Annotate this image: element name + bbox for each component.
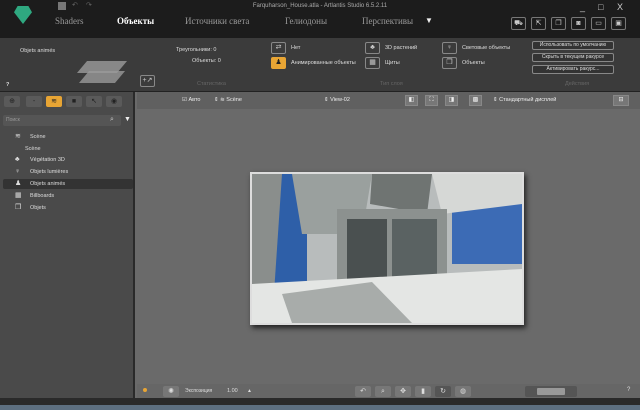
billboard-icon[interactable]: ▦ — [365, 57, 380, 69]
horizontal-scrollbar[interactable] — [0, 398, 640, 405]
orbit-button[interactable]: ↻ — [435, 386, 451, 397]
zoom-button[interactable]: ⌕ — [375, 386, 391, 397]
section-actions: Действия — [565, 81, 590, 87]
filter-dropdown-icon[interactable]: ▼ — [124, 116, 131, 123]
crop-icon[interactable]: ▭ — [591, 17, 606, 30]
viewport-bottom-bar: ✺ Экспозиция 1.00 ▲ ↶ ⌕ ✥ ▮ ↻ ◍ ? — [137, 384, 640, 398]
animated-objects-icon[interactable]: ♟ — [271, 57, 286, 69]
list-item[interactable]: ♀ Objets lumières — [3, 167, 133, 177]
layers-panel: ⊕ - ≋ ■ ↖ ◉ Поиск ⌕ ▼ ≋ Scène Scène ♣ Végé… — [0, 92, 135, 398]
render-image — [252, 174, 522, 323]
animated-people-icon: ♟ — [15, 180, 22, 187]
sun-indicator-icon — [143, 388, 147, 392]
panel-title: Objets animés — [20, 48, 56, 54]
tab-lights[interactable]: Источники света — [185, 16, 249, 26]
close-button[interactable]: X — [617, 2, 623, 12]
layer-objects[interactable]: Объекты — [462, 60, 485, 66]
viewport-toolbar: ☑ Авто ⇕ ≋ Scène ⇕ View-02 ◧ ⛶ ◨ ▩ ⇕ Ста… — [137, 92, 640, 109]
minimize-button[interactable]: _ — [580, 2, 585, 12]
ribbon: Objets animés ? +↗ Треугольники: 0 Объек… — [0, 38, 640, 92]
search-input[interactable]: Поиск — [3, 115, 121, 126]
tree-icon: ♣ — [15, 156, 20, 163]
layer-lights[interactable]: Световые объекты — [462, 45, 510, 51]
fit-button[interactable]: ⛶ — [425, 95, 438, 106]
search-icon: ⌕ — [110, 116, 114, 123]
add-layer-button[interactable]: ⊕ — [4, 96, 20, 107]
layers-button[interactable]: ≋ — [46, 96, 62, 107]
solid-button[interactable]: ■ — [66, 96, 82, 107]
frame-left-button[interactable]: ◧ — [405, 95, 418, 106]
tree-icon[interactable]: ♣ — [365, 42, 380, 54]
auto-checkbox[interactable]: ☑ Авто — [182, 97, 200, 103]
window-title: Farquharson_House.atla - Artlantis Studi… — [252, 3, 388, 9]
tab-heliodons[interactable]: Гелиодоны — [285, 16, 327, 26]
layers-icon: ≋ — [15, 133, 21, 140]
layer-animated[interactable]: Анимированные объекты — [291, 60, 356, 66]
objects-count: Объекты: 0 — [192, 58, 221, 64]
activate-view-select[interactable]: Активировать ракурс... — [532, 65, 614, 74]
layer-vegetation[interactable]: 3D растений — [385, 45, 417, 51]
exposure-value[interactable]: 1.00 — [227, 388, 238, 394]
eye-button[interactable]: ◉ — [106, 96, 122, 107]
zoom-slider-thumb[interactable] — [537, 388, 565, 395]
list-item[interactable]: ▦ Billboards — [3, 191, 133, 201]
display-select[interactable]: ⇕ Стандартный дисплей — [493, 97, 556, 103]
help-button[interactable]: ? — [6, 82, 9, 88]
section-statistics: Статистика — [197, 81, 226, 87]
exposure-label: Экспозиция — [185, 388, 213, 394]
section-layer-type: Тип слоя — [380, 81, 403, 87]
title-bar: ↶ ↷ Farquharson_House.atla - Artlantis S… — [0, 0, 640, 38]
undo-view-button[interactable]: ↶ — [355, 386, 371, 397]
tab-objects[interactable]: Объекты — [117, 16, 154, 26]
lamp-icon: ♀ — [15, 168, 21, 175]
focus-button[interactable]: ◍ — [455, 386, 471, 397]
exposure-icon[interactable]: ✺ — [163, 386, 179, 397]
console-icon[interactable]: ▣ — [611, 17, 626, 30]
help-button[interactable]: ? — [627, 387, 630, 393]
lamp-icon[interactable]: ♀ — [442, 42, 457, 54]
layer-none[interactable]: Нет — [291, 45, 300, 51]
export-icon[interactable]: ⇱ — [531, 17, 546, 30]
view-select[interactable]: ⇕ View-02 — [324, 97, 350, 103]
tabs-dropdown-icon[interactable]: ▼ — [425, 16, 433, 25]
cursor-button[interactable]: ↖ — [86, 96, 102, 107]
zoom-slider[interactable] — [525, 386, 577, 397]
maximize-button[interactable]: □ — [598, 2, 603, 12]
list-item[interactable]: Scène — [3, 144, 133, 154]
add-object-button[interactable]: +↗ — [140, 75, 155, 87]
walk-button[interactable]: ▮ — [415, 386, 431, 397]
hide-in-view-button[interactable]: Скрыть в текущем ракурсе — [532, 53, 614, 62]
list-item[interactable]: ≋ Scène — [3, 132, 133, 142]
remove-layer-button[interactable]: - — [26, 96, 42, 107]
list-item[interactable]: ♟ Objets animés — [3, 179, 133, 189]
windows-icon[interactable]: ❐ — [551, 17, 566, 30]
layers-illustration — [78, 71, 126, 83]
cart-icon[interactable]: ⛟ — [511, 17, 526, 30]
tab-shaders[interactable]: Shaders — [55, 16, 84, 26]
cube-icon[interactable]: ❒ — [442, 57, 457, 69]
list-item[interactable]: ♣ Végétation 3D — [3, 155, 133, 165]
layer-none-icon[interactable]: ⇄ — [271, 42, 286, 54]
layer-shields[interactable]: Щиты — [385, 60, 400, 66]
scene-select[interactable]: ⇕ ≋ Scène — [214, 97, 242, 103]
billboard-icon: ▦ — [15, 192, 22, 199]
list-item[interactable]: ❒ Objets — [3, 203, 133, 213]
display-mode-button[interactable]: ▩ — [469, 95, 482, 106]
panel-toggle-button[interactable]: ⊟ — [613, 95, 629, 106]
render-preview[interactable] — [250, 172, 524, 325]
use-default-button[interactable]: Использовать по умолчанию — [532, 41, 614, 50]
tab-perspectives[interactable]: Перспективы — [362, 16, 413, 26]
cube-icon: ❒ — [15, 204, 22, 211]
triangles-count: Треугольники: 0 — [176, 47, 217, 53]
taskbar-strip — [0, 405, 640, 410]
exposure-stepper-icon[interactable]: ▲ — [247, 388, 252, 394]
frame-right-button[interactable]: ◨ — [445, 95, 458, 106]
camera-icon[interactable]: ◙ — [571, 17, 586, 30]
pan-button[interactable]: ✥ — [395, 386, 411, 397]
